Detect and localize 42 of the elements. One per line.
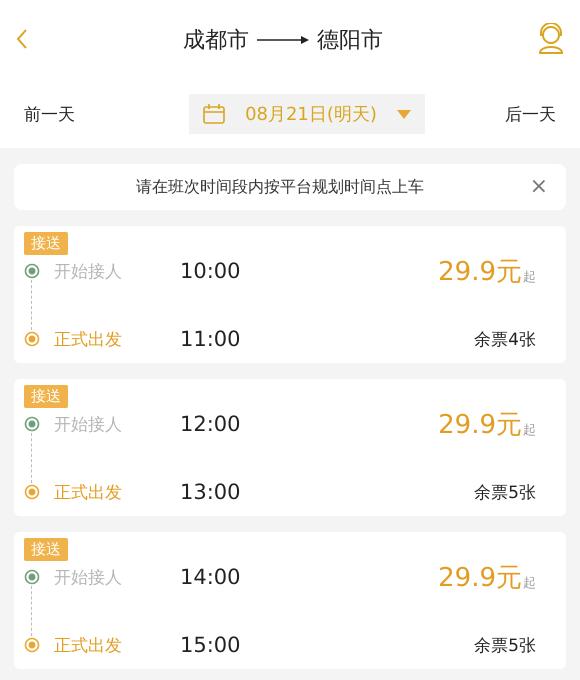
origin-city: 成都市	[183, 27, 249, 55]
trip-card[interactable]: 接送 开始接人 12:00 29.9元起 正式出发 13:00 余票5张	[14, 379, 566, 516]
seats-left: 余票5张	[474, 482, 536, 504]
stop-time: 10:00	[180, 259, 242, 283]
seats-left: 余票4张	[474, 328, 536, 350]
pickup-dot-icon	[24, 263, 40, 279]
previous-day-button[interactable]: 前一天	[24, 102, 75, 126]
price-suffix: 起	[523, 422, 536, 439]
stop-label: 正式出发	[54, 634, 123, 656]
stop-label: 开始接人	[54, 414, 123, 436]
pickup-dot-icon	[24, 569, 40, 585]
price-suffix: 起	[523, 575, 536, 592]
price-suffix: 起	[523, 269, 536, 286]
calendar-icon	[203, 104, 226, 124]
depart-dot-icon	[24, 331, 40, 347]
price: 29.9元	[438, 408, 522, 442]
depart-dot-icon	[24, 637, 40, 653]
shuttle-tag: 接送	[24, 385, 68, 408]
price: 29.9元	[438, 256, 522, 288]
depart-dot-icon	[24, 484, 40, 500]
stop-label: 开始接人	[54, 260, 123, 282]
price: 29.9元	[438, 562, 522, 594]
destination-city: 德阳市	[317, 27, 383, 55]
close-button[interactable]: ×	[526, 176, 552, 198]
dropdown-caret-icon	[396, 110, 411, 118]
seats-left: 余票5张	[474, 634, 536, 656]
stop-label: 正式出发	[54, 482, 123, 504]
pickup-dot-icon	[24, 416, 40, 432]
arrow-icon	[257, 35, 309, 45]
stop-time: 15:00	[180, 633, 242, 657]
stop-time: 11:00	[180, 327, 242, 351]
next-day-button[interactable]: 后一天	[504, 102, 556, 126]
stop-label: 开始接人	[54, 566, 123, 588]
trip-card[interactable]: 接送 开始接人 14:00 29.9元起 正式出发 15:00 余票5张	[14, 532, 566, 669]
shuttle-tag: 接送	[24, 232, 68, 255]
shuttle-tag: 接送	[24, 538, 68, 561]
trip-card[interactable]: 接送 开始接人 10:00 29.9元起 正式出发 11:00 余票4张	[14, 226, 566, 363]
stop-time: 13:00	[180, 480, 242, 504]
stop-time: 14:00	[180, 565, 242, 589]
stop-label: 正式出发	[54, 328, 123, 350]
stop-time: 12:00	[180, 412, 242, 436]
notice-text: 请在班次时间段内按平台规划时间点上车	[134, 176, 425, 198]
